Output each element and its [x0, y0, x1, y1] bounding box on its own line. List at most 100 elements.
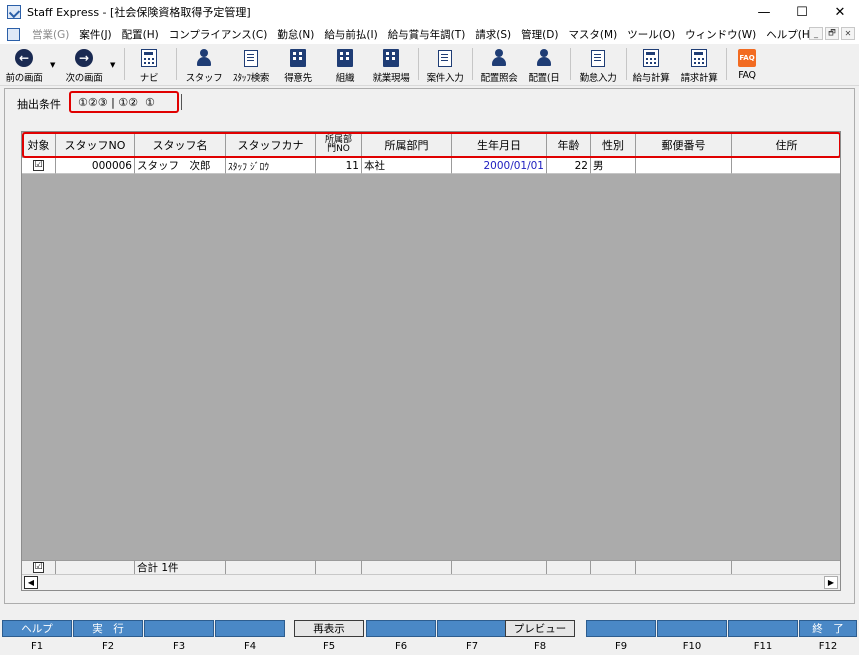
col-zip[interactable]: 郵便番号: [636, 133, 732, 157]
f10-button[interactable]: [657, 620, 727, 637]
help-button[interactable]: ヘルプ: [2, 620, 72, 637]
col-age[interactable]: 年齢: [547, 133, 591, 157]
menu-window[interactable]: ウィンドウ(W): [680, 27, 761, 42]
menu-payroll[interactable]: 給与賞与年調(T): [383, 27, 471, 42]
window-controls: — ☐ ✕: [745, 0, 859, 24]
menu-case[interactable]: 案件(J): [74, 27, 116, 42]
table-row[interactable]: ☑ 000006 スタッフ 次郎 ｽﾀｯﾌ ｼﾞﾛｳ 11 本社 2000/01…: [22, 158, 840, 174]
row-checkbox[interactable]: ☑: [22, 158, 56, 174]
navi-button[interactable]: ナビ: [132, 46, 166, 84]
assignment-day-button[interactable]: 配置(日: [524, 46, 564, 84]
f1-key[interactable]: ヘルプ F1: [2, 620, 72, 655]
col-staff-name[interactable]: スタッフ名: [135, 133, 226, 157]
col-address[interactable]: 住所: [732, 133, 840, 157]
site-button[interactable]: 就業現場: [368, 46, 414, 84]
preview-button[interactable]: プレビュー: [505, 620, 575, 637]
document-icon[interactable]: [7, 27, 20, 41]
f3-button[interactable]: [144, 620, 214, 637]
client-button[interactable]: 得意先: [280, 46, 316, 84]
cell-age: 22: [547, 158, 591, 174]
f5-key[interactable]: 再表示 F5: [294, 620, 364, 655]
arrow-left-icon: ←: [15, 49, 33, 67]
billing-calc-icon: [691, 49, 707, 67]
f9-key[interactable]: F9: [586, 620, 656, 655]
next-dropdown-icon[interactable]: ▼: [110, 61, 115, 69]
menu-admin[interactable]: 管理(D): [516, 27, 563, 42]
f11-button[interactable]: [728, 620, 798, 637]
col-target[interactable]: 対象: [22, 133, 56, 157]
scroll-left-icon[interactable]: ◀: [24, 576, 38, 589]
footer-total: 合計 1件: [135, 560, 226, 574]
assignment-query-button[interactable]: 配置照会: [476, 46, 522, 84]
f12-key[interactable]: 終 了 F12: [799, 620, 857, 655]
staff-button[interactable]: スタッフ: [184, 46, 224, 84]
col-gender[interactable]: 性別: [591, 133, 636, 157]
conditions-label: 抽出条件: [17, 98, 61, 111]
checkbox-icon[interactable]: ☑: [33, 160, 44, 171]
menu-advance-pay[interactable]: 給与前払(I): [319, 27, 382, 42]
cell-staff-name: スタッフ 次郎: [135, 158, 226, 174]
minimize-button[interactable]: —: [745, 0, 783, 24]
f7-button[interactable]: [437, 620, 507, 637]
f11-key[interactable]: F11: [728, 620, 798, 655]
cell-address: [732, 158, 840, 174]
payroll-calc-button[interactable]: 給与計算: [628, 46, 674, 84]
f6-button[interactable]: [366, 620, 436, 637]
col-birthdate[interactable]: 生年月日: [452, 133, 547, 157]
staff-search-button[interactable]: ｽﾀｯﾌ検索: [228, 46, 274, 84]
footer-checkbox[interactable]: ☑: [22, 560, 56, 574]
col-staff-no[interactable]: スタッフNO: [56, 133, 135, 157]
f4-button[interactable]: [215, 620, 285, 637]
f8-key[interactable]: プレビュー F8: [505, 620, 575, 655]
scroll-right-icon[interactable]: ▶: [824, 576, 838, 589]
attendance-input-button[interactable]: 勤怠入力: [574, 46, 622, 84]
col-dept-no[interactable]: 所属部 門NO: [316, 133, 362, 157]
navi-icon: [141, 49, 157, 67]
next-screen-button[interactable]: → 次の画面: [62, 46, 106, 84]
menu-assignment[interactable]: 配置(H): [117, 27, 164, 42]
exit-button[interactable]: 終 了: [799, 620, 857, 637]
horizontal-scrollbar[interactable]: ◀ ▶: [22, 574, 840, 590]
prev-dropdown-icon[interactable]: ▼: [50, 61, 55, 69]
menu-sales[interactable]: 営業(G): [27, 27, 74, 42]
app-icon: [7, 5, 21, 19]
mdi-restore-button[interactable]: 🗗: [825, 27, 839, 40]
cell-staff-no: 000006: [56, 158, 135, 174]
col-dept[interactable]: 所属部門: [362, 133, 452, 157]
org-button[interactable]: 組織: [328, 46, 362, 84]
cell-dept: 本社: [362, 158, 452, 174]
staff-grid[interactable]: 対象 スタッフNO スタッフ名 スタッフカナ 所属部 門NO 所属部門 生年月日…: [21, 131, 841, 591]
f3-key[interactable]: F3: [144, 620, 214, 655]
f6-key[interactable]: F6: [366, 620, 436, 655]
conditions-value[interactable]: ①②③ | ①② ①: [69, 91, 179, 113]
f10-key[interactable]: F10: [657, 620, 727, 655]
main-panel: 抽出条件 ①②③ | ①② ① 対象 スタッフNO スタッフ名 スタッフカナ 所…: [4, 88, 855, 604]
menu-master[interactable]: マスタ(M): [563, 27, 622, 42]
f2-key[interactable]: 実 行 F2: [73, 620, 143, 655]
f4-key[interactable]: F4: [215, 620, 285, 655]
refresh-button[interactable]: 再表示: [294, 620, 364, 637]
close-button[interactable]: ✕: [821, 0, 859, 24]
mdi-close-button[interactable]: ✕: [841, 27, 855, 40]
prev-screen-button[interactable]: ← 前の画面: [2, 46, 46, 84]
menu-tools[interactable]: ツール(O): [622, 27, 680, 42]
checkbox-icon[interactable]: ☑: [33, 562, 44, 573]
billing-calc-button[interactable]: 請求計算: [676, 46, 722, 84]
faq-button[interactable]: FAQ FAQ: [730, 46, 764, 84]
menu-attendance[interactable]: 勤怠(N): [272, 27, 319, 42]
col-staff-kana[interactable]: スタッフカナ: [226, 133, 316, 157]
menu-compliance[interactable]: コンプライアンス(C): [164, 27, 273, 42]
grid-footer: ☑ 合計 1件: [22, 560, 840, 574]
function-key-bar: ヘルプ F1 実 行 F2 F3 F4 再表示 F5 F6 F7 プレビュー F…: [0, 620, 859, 655]
execute-button[interactable]: 実 行: [73, 620, 143, 637]
case-input-button[interactable]: 案件入力: [422, 46, 468, 84]
assignment-query-icon: [491, 49, 507, 67]
f7-key[interactable]: F7: [437, 620, 507, 655]
mdi-minimize-button[interactable]: _: [809, 27, 823, 40]
mdi-controls: _ 🗗 ✕: [809, 27, 855, 40]
menu-billing[interactable]: 請求(S): [470, 27, 516, 42]
f9-button[interactable]: [586, 620, 656, 637]
maximize-button[interactable]: ☐: [783, 0, 821, 24]
case-input-icon: [438, 49, 452, 67]
window-title: Staff Express - [社会保険資格取得予定管理]: [27, 6, 251, 19]
